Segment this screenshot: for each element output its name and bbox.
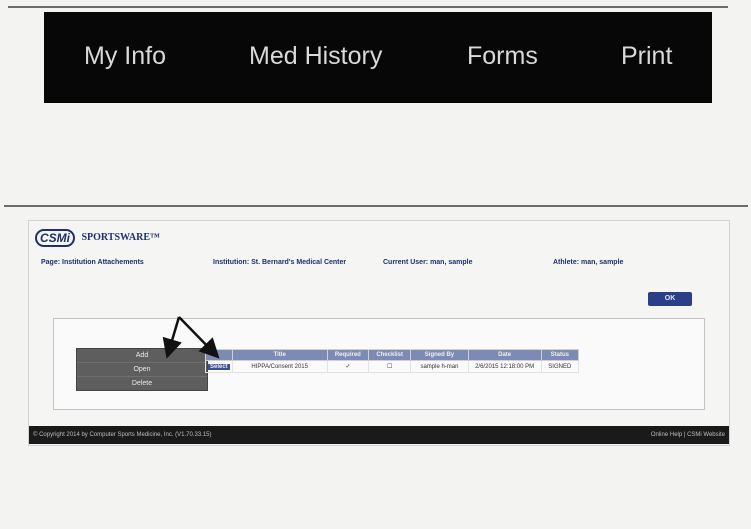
menu-item-add[interactable]: Add [77, 349, 207, 362]
cell-required: ✓ [326, 360, 370, 373]
table-row[interactable]: Select HIPPA/Consent 2015 ✓ ☐ sample h-m… [205, 360, 580, 373]
athlete-label: Athlete: man, sample [553, 259, 624, 266]
nav-item-med-history[interactable]: Med History [249, 42, 382, 71]
institution-label: Institution: St. Bernard's Medical Cente… [213, 259, 347, 266]
select-button[interactable]: Select [208, 363, 230, 370]
cell-date: 2/6/2015 12:18:00 PM [467, 360, 542, 373]
logo-text: SPORTSWARE™ [81, 232, 161, 243]
column-header-signed-by[interactable]: Signed By [410, 349, 469, 361]
menu-item-open[interactable]: Open [77, 362, 207, 376]
cell-signed-by: sample h-man [410, 360, 469, 373]
cell-checklist[interactable]: ☐ [368, 360, 412, 373]
cell-title: HIPPA/Consent 2015 [231, 360, 328, 373]
select-cell[interactable]: Select [205, 360, 233, 373]
column-header-checklist[interactable]: Checklist [368, 349, 412, 361]
top-divider [8, 6, 728, 8]
column-header-title[interactable]: Title [231, 349, 328, 361]
nav-item-forms[interactable]: Forms [467, 42, 538, 71]
column-header-required[interactable]: Required [326, 349, 370, 361]
csmi-logo-mark: CSMi [35, 229, 75, 247]
middle-divider [4, 205, 748, 207]
column-header-date[interactable]: Date [467, 349, 542, 361]
current-user-label: Current User: man, sample [383, 259, 473, 266]
column-header-status[interactable]: Status [540, 349, 580, 361]
cell-status: SIGNED [540, 360, 580, 373]
nav-item-print[interactable]: Print [621, 42, 672, 71]
top-nav-bar: My Info Med History Forms Print [44, 12, 712, 103]
footer-links[interactable]: Online Help | CSMi Website [651, 432, 725, 438]
table-header-row: Title Required Checklist Signed By Date … [205, 349, 580, 361]
attachments-table: Title Required Checklist Signed By Date … [205, 349, 580, 373]
nav-item-my-info[interactable]: My Info [84, 42, 166, 71]
sportsware-window: CSMi SPORTSWARE™ Page: Institution Attac… [28, 220, 730, 446]
page-label: Page: Institution Attachements [41, 259, 144, 266]
footer-bar: © Copyright 2014 by Computer Sports Medi… [29, 426, 729, 444]
column-header-select[interactable] [205, 349, 233, 361]
menu-item-delete[interactable]: Delete [77, 376, 207, 390]
footer-copyright: © Copyright 2014 by Computer Sports Medi… [33, 432, 212, 438]
context-menu: Add Open Delete [76, 348, 208, 391]
ok-button[interactable]: OK [648, 292, 692, 306]
sportsware-logo: CSMi SPORTSWARE™ [35, 229, 160, 247]
